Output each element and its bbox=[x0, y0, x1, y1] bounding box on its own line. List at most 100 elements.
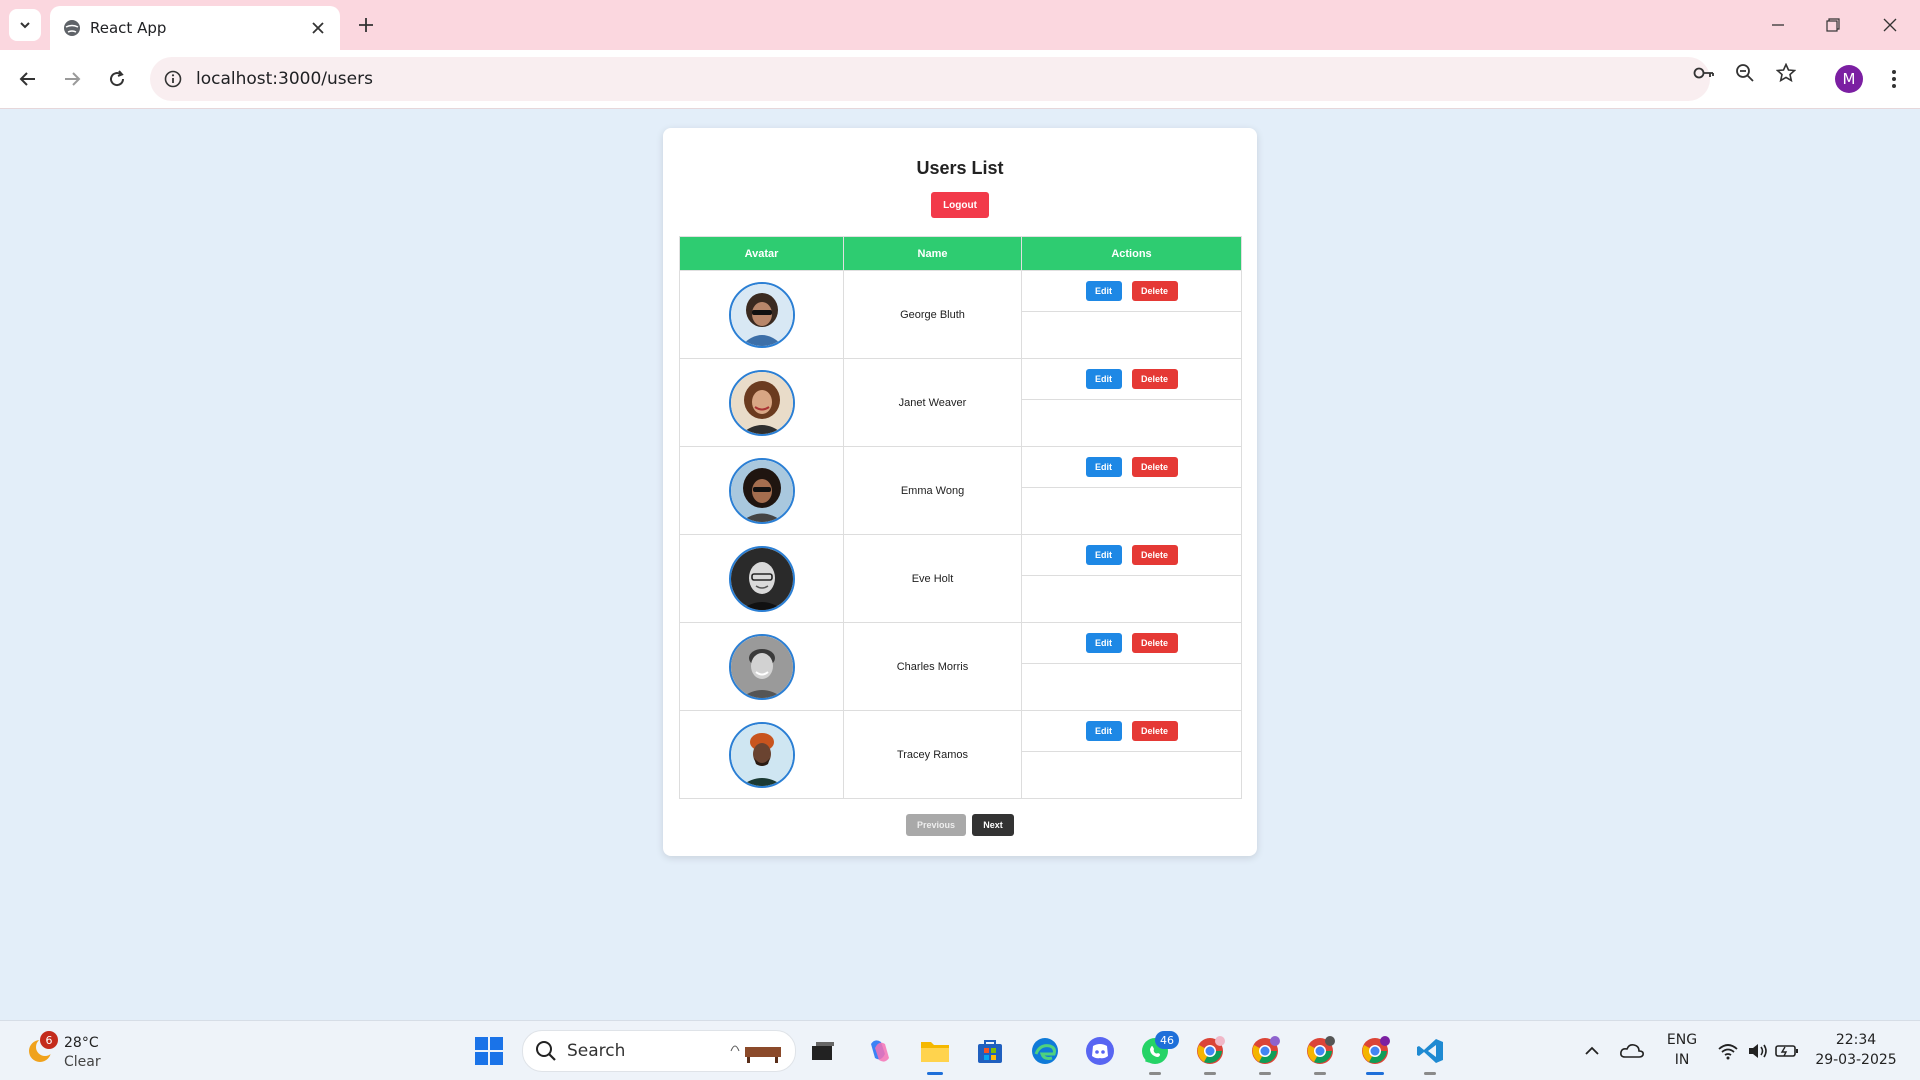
browser-tab[interactable]: React App bbox=[50, 6, 340, 50]
avatar-cell bbox=[679, 446, 844, 535]
edit-button[interactable]: Edit bbox=[1085, 457, 1122, 477]
browser-toolbar: localhost:3000/users M bbox=[0, 50, 1920, 109]
edit-button[interactable]: Edit bbox=[1085, 633, 1122, 653]
chevron-up-icon[interactable] bbox=[1574, 1033, 1610, 1069]
language-indicator-line2[interactable]: IN bbox=[1660, 1052, 1704, 1068]
delete-button[interactable]: Delete bbox=[1131, 457, 1178, 477]
avatar-cell bbox=[679, 358, 844, 447]
file-explorer-icon[interactable] bbox=[917, 1033, 953, 1075]
back-button[interactable] bbox=[12, 63, 44, 95]
clock-date[interactable]: 29-03-2025 bbox=[1808, 1052, 1904, 1068]
address-bar[interactable]: localhost:3000/users bbox=[150, 57, 1710, 101]
actions-cell: Edit Delete bbox=[1021, 710, 1242, 799]
search-label: Search bbox=[567, 1041, 626, 1061]
search-icon bbox=[536, 1041, 556, 1061]
actions-cell: Edit Delete bbox=[1021, 358, 1242, 447]
edge-icon[interactable] bbox=[1027, 1033, 1063, 1069]
users-card: Users List Logout Avatar Name Actions Ge… bbox=[663, 128, 1257, 856]
onedrive-icon[interactable] bbox=[1614, 1033, 1650, 1069]
user-name: Emma Wong bbox=[843, 446, 1022, 535]
user-name: Tracey Ramos bbox=[843, 710, 1022, 799]
delete-button[interactable]: Delete bbox=[1131, 281, 1178, 301]
reload-icon bbox=[110, 70, 125, 87]
logout-button[interactable]: Logout bbox=[931, 192, 989, 218]
avatar-cell bbox=[679, 710, 844, 799]
site-info-icon[interactable] bbox=[162, 68, 184, 90]
browser-tab-strip: React App bbox=[0, 0, 1920, 50]
table-row: George Bluth Edit Delete bbox=[679, 270, 1242, 359]
store-icon[interactable] bbox=[972, 1033, 1008, 1069]
user-name: George Bluth bbox=[843, 270, 1022, 359]
bookmark-star-icon[interactable] bbox=[1775, 62, 1797, 84]
user-avatar bbox=[728, 457, 795, 524]
restore-button[interactable] bbox=[1811, 10, 1855, 40]
close-icon bbox=[1883, 18, 1897, 32]
chrome-profile-4-icon[interactable] bbox=[1357, 1033, 1393, 1075]
edit-button[interactable]: Edit bbox=[1085, 369, 1122, 389]
restore-icon bbox=[1826, 18, 1840, 32]
windows-logo-icon bbox=[475, 1037, 503, 1065]
reload-button[interactable] bbox=[101, 63, 133, 95]
url-text[interactable]: localhost:3000/users bbox=[196, 69, 373, 89]
table-header-row: Avatar Name Actions bbox=[679, 236, 1242, 271]
language-indicator-line1[interactable]: ENG bbox=[1660, 1032, 1704, 1048]
table-row: Tracey Ramos Edit Delete bbox=[679, 710, 1242, 799]
profile-avatar[interactable]: M bbox=[1835, 65, 1863, 93]
user-avatar bbox=[728, 545, 795, 612]
copilot-icon[interactable] bbox=[862, 1033, 898, 1069]
delete-button[interactable]: Delete bbox=[1131, 633, 1178, 653]
user-avatar bbox=[728, 281, 795, 348]
browser-menu-button[interactable] bbox=[1880, 63, 1908, 95]
delete-button[interactable]: Delete bbox=[1131, 721, 1178, 741]
user-name: Janet Weaver bbox=[843, 358, 1022, 447]
minimize-icon bbox=[1772, 24, 1784, 26]
password-key-icon[interactable] bbox=[1693, 62, 1715, 84]
user-name: Charles Morris bbox=[843, 622, 1022, 711]
table-row: Charles Morris Edit Delete bbox=[679, 622, 1242, 711]
task-view-icon[interactable] bbox=[805, 1033, 841, 1069]
actions-cell: Edit Delete bbox=[1021, 622, 1242, 711]
forward-button[interactable] bbox=[56, 63, 88, 95]
minimize-button[interactable] bbox=[1756, 10, 1800, 40]
table-row: Janet Weaver Edit Delete bbox=[679, 358, 1242, 447]
edit-button[interactable]: Edit bbox=[1085, 281, 1122, 301]
actions-cell: Edit Delete bbox=[1021, 534, 1242, 623]
previous-button[interactable]: Previous bbox=[906, 814, 966, 836]
plus-icon bbox=[359, 18, 373, 32]
delete-button[interactable]: Delete bbox=[1131, 545, 1178, 565]
chrome-profile-1-icon[interactable] bbox=[1192, 1033, 1228, 1075]
next-button[interactable]: Next bbox=[972, 814, 1014, 836]
page-title: Users List bbox=[916, 158, 1004, 178]
table-row: Eve Holt Edit Delete bbox=[679, 534, 1242, 623]
actions-cell: Edit Delete bbox=[1021, 446, 1242, 535]
user-name: Eve Holt bbox=[843, 534, 1022, 623]
discord-icon[interactable] bbox=[1082, 1033, 1118, 1069]
tab-search-button[interactable] bbox=[9, 9, 41, 41]
pagination: Previous Next bbox=[663, 814, 1257, 836]
taskbar-search[interactable]: Search bbox=[522, 1030, 796, 1072]
table-row: Emma Wong Edit Delete bbox=[679, 446, 1242, 535]
search-highlight-icon bbox=[730, 1045, 781, 1063]
whatsapp-icon[interactable]: 46 bbox=[1137, 1031, 1179, 1075]
clock-time[interactable]: 22:34 bbox=[1808, 1032, 1904, 1048]
delete-button[interactable]: Delete bbox=[1131, 369, 1178, 389]
column-header-avatar: Avatar bbox=[679, 236, 844, 271]
user-avatar bbox=[728, 633, 795, 700]
vscode-icon[interactable] bbox=[1412, 1033, 1448, 1075]
weather-widget[interactable]: 6 28°C Clear bbox=[22, 1029, 122, 1073]
close-window-button[interactable] bbox=[1868, 10, 1912, 40]
tab-title: React App bbox=[90, 19, 167, 37]
battery-icon[interactable] bbox=[1769, 1033, 1805, 1069]
users-table: Avatar Name Actions George Bluth Edit De… bbox=[679, 236, 1242, 799]
new-tab-button[interactable] bbox=[352, 11, 380, 39]
avatar-cell bbox=[679, 534, 844, 623]
column-header-actions: Actions bbox=[1021, 236, 1242, 271]
edit-button[interactable]: Edit bbox=[1085, 721, 1122, 741]
edit-button[interactable]: Edit bbox=[1085, 545, 1122, 565]
chrome-profile-2-icon[interactable] bbox=[1247, 1033, 1283, 1075]
arrow-right-icon bbox=[65, 72, 81, 86]
zoom-icon[interactable] bbox=[1734, 62, 1756, 84]
close-tab-icon[interactable] bbox=[308, 18, 328, 38]
chrome-profile-3-icon[interactable] bbox=[1302, 1033, 1338, 1075]
start-button[interactable] bbox=[471, 1033, 507, 1069]
